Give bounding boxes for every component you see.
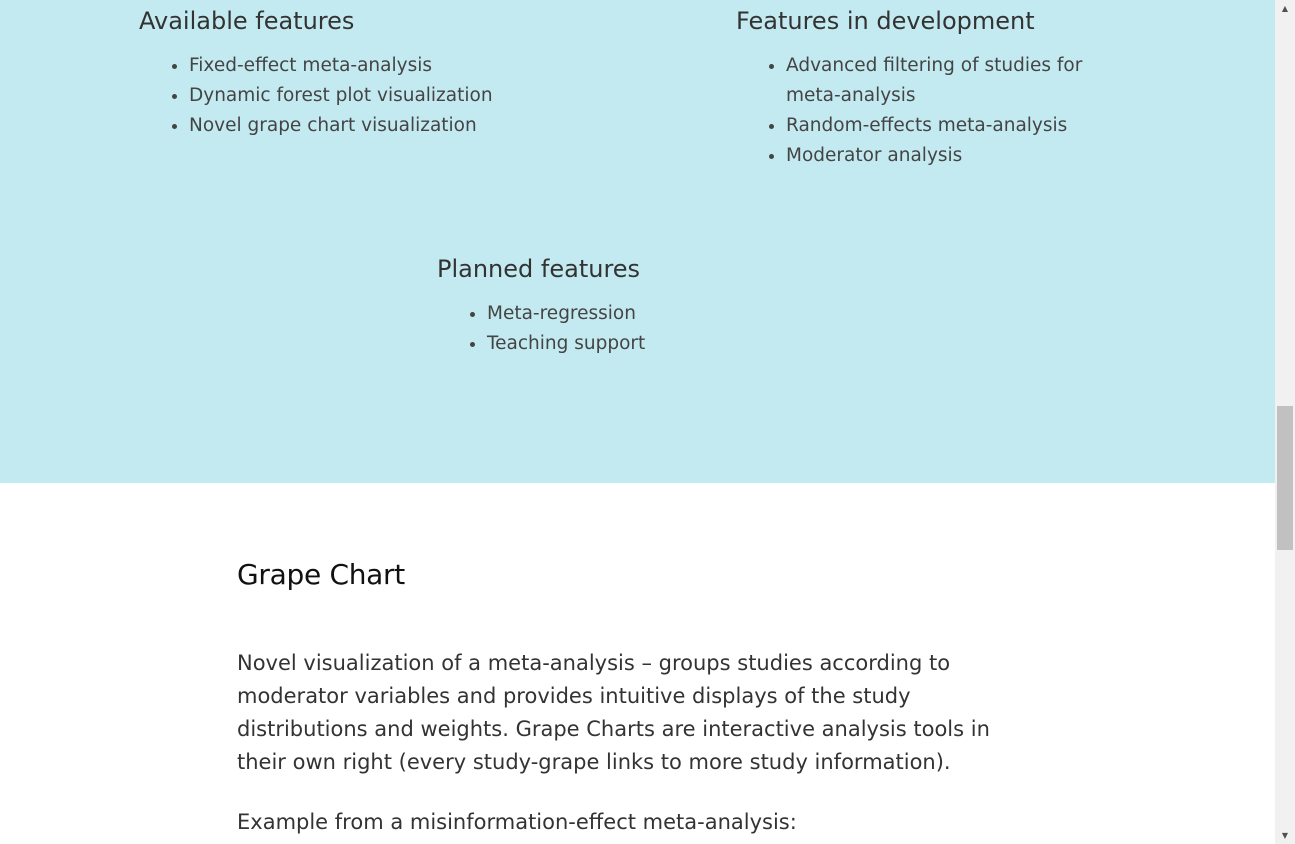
grape-chart-example-label: Example from a misinformation-effect met… <box>237 810 797 834</box>
scroll-up-arrow-icon[interactable]: ▲ <box>1275 0 1295 17</box>
list-item: Random-effects meta-analysis <box>786 111 1136 141</box>
list-item: Dynamic forest plot visualization <box>189 81 559 111</box>
page-content: Available features Fixed-effect meta-ana… <box>0 0 1275 844</box>
list-item: Fixed-effect meta-analysis <box>189 51 559 81</box>
features-in-development-list: Advanced filtering of studies for meta-a… <box>736 51 1136 171</box>
grape-chart-heading: Grape Chart <box>237 558 405 591</box>
planned-features-column: Planned features Meta-regression Teachin… <box>437 254 797 359</box>
grape-chart-description: Novel visualization of a meta-analysis –… <box>237 651 990 774</box>
scroll-down-arrow-icon[interactable]: ▼ <box>1275 827 1295 844</box>
scrollbar-thumb[interactable] <box>1277 406 1293 550</box>
list-item: Meta-regression <box>487 299 797 329</box>
available-features-list: Fixed-effect meta-analysis Dynamic fores… <box>139 51 559 141</box>
features-in-development-column: Features in development Advanced filteri… <box>736 6 1136 171</box>
grape-chart-section: Grape Chart Novel visualization of a met… <box>237 555 1027 839</box>
list-item: Moderator analysis <box>786 141 1136 171</box>
list-item: Novel grape chart visualization <box>189 111 559 141</box>
features-section: Available features Fixed-effect meta-ana… <box>0 0 1275 483</box>
list-item: Teaching support <box>487 329 797 359</box>
planned-features-list: Meta-regression Teaching support <box>437 299 797 359</box>
available-features-column: Available features Fixed-effect meta-ana… <box>139 6 559 141</box>
vertical-scrollbar[interactable]: ▲ ▼ <box>1275 0 1295 844</box>
browser-viewport: Available features Fixed-effect meta-ana… <box>0 0 1295 844</box>
list-item: Advanced filtering of studies for meta-a… <box>786 51 1136 111</box>
planned-features-heading: Planned features <box>437 255 641 283</box>
features-in-development-heading: Features in development <box>736 7 1035 35</box>
available-features-heading: Available features <box>139 7 355 35</box>
